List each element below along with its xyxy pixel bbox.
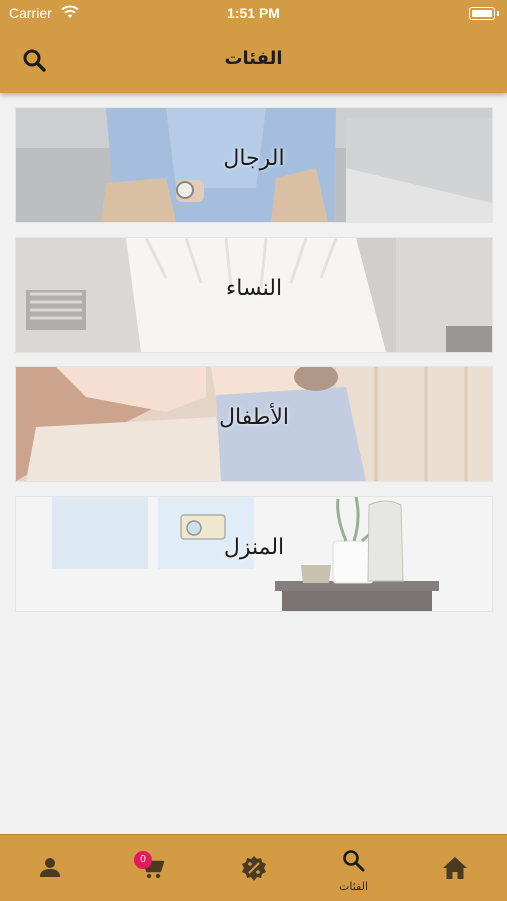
tab-account[interactable] [0, 835, 101, 901]
category-label: الرجال [223, 146, 285, 171]
search-icon [343, 850, 365, 872]
category-card-kids[interactable]: الأطفال [16, 367, 492, 481]
discount-badge-icon [242, 856, 266, 881]
home-icon [443, 857, 467, 879]
tab-offers[interactable] [202, 835, 303, 901]
category-card-home[interactable]: المنزل [16, 497, 492, 611]
battery-icon [469, 7, 499, 20]
person-icon [40, 858, 60, 877]
category-card-men[interactable]: الرجال [16, 108, 492, 222]
cart-count-badge: 0 [134, 851, 152, 869]
bottom-tab-bar: 0 الفئات [0, 834, 507, 901]
tab-categories-label: الفئات [339, 880, 368, 893]
status-time: 1:51 PM [227, 5, 280, 21]
top-app-bar: Carrier 1:51 PM الفئات [0, 0, 507, 93]
tab-categories[interactable]: الفئات [303, 835, 404, 901]
category-label: الأطفال [219, 405, 289, 430]
category-label: المنزل [223, 535, 285, 560]
category-label: النساء [225, 276, 283, 301]
tab-cart[interactable]: 0 [101, 835, 202, 901]
page-title: الفئات [224, 48, 283, 69]
category-card-women[interactable]: النساء [16, 238, 492, 352]
tab-home[interactable] [404, 835, 505, 901]
status-bar: Carrier 1:51 PM [0, 0, 507, 28]
